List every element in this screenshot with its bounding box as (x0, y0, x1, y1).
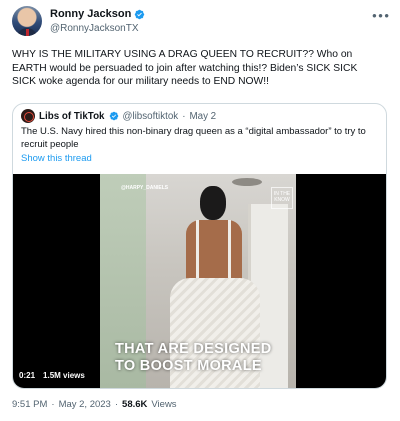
quoted-handle[interactable]: @libsoftiktok (123, 111, 179, 122)
verified-badge-icon (109, 111, 118, 121)
video-views: 1.5M views (43, 371, 85, 380)
author-name-row: Ronny Jackson (50, 8, 145, 20)
quoted-separator: · (182, 110, 186, 122)
views-label: Views (151, 399, 177, 410)
video-player[interactable]: @HARPY_DANIELS IN THE KNOW THAT ARE DESI… (13, 174, 386, 388)
video-caption-line1: THAT ARE DESIGNED (115, 341, 272, 357)
video-caption-line2: TO BOOST MORALE (115, 358, 262, 374)
author-name[interactable]: Ronny Jackson (50, 8, 131, 20)
video-watermark: @HARPY_DANIELS (121, 185, 169, 191)
tweet-meta: 9:51 PM · May 2, 2023 · 58.6K Views (12, 399, 177, 410)
video-ceiling-fan (232, 178, 262, 186)
video-duration: 0:21 (19, 371, 36, 380)
author-avatar[interactable] (12, 6, 42, 36)
tweet: Ronny Jackson @RonnyJacksonTX • • • WHY … (0, 0, 400, 421)
tweet-header: Ronny Jackson @RonnyJacksonTX • • • (12, 6, 389, 42)
verified-badge-icon (135, 9, 145, 19)
meta-separator: · (114, 399, 119, 410)
quoted-text: The U.S. Navy hired this non-binary drag… (21, 126, 366, 150)
tweet-date[interactable]: May 2, 2023 (59, 399, 111, 410)
show-thread-link[interactable]: Show this thread (21, 153, 92, 164)
quoted-name[interactable]: Libs of TikTok (39, 111, 105, 122)
quoted-date[interactable]: May 2 (189, 111, 216, 122)
tweet-text: WHY IS THE MILITARY USING A DRAG QUEEN T… (12, 49, 358, 87)
quoted-tweet[interactable]: Libs of TikTok @libsoftiktok · May 2 The… (12, 103, 387, 389)
more-horizontal-icon[interactable]: • • • (372, 8, 389, 23)
video-dress-strap-left (196, 220, 199, 280)
quoted-header: Libs of TikTok @libsoftiktok · May 2 (21, 109, 216, 123)
views-count: 58.6K (122, 399, 148, 410)
quoted-avatar[interactable] (21, 109, 35, 123)
video-person-head (200, 186, 226, 220)
author-handle[interactable]: @RonnyJacksonTX (50, 23, 139, 34)
meta-separator: · (51, 399, 55, 410)
video-info: 0:21 1.5M views (19, 371, 85, 380)
video-badge: IN THE KNOW (271, 187, 293, 209)
avatar-tie (26, 29, 29, 36)
tweet-time[interactable]: 9:51 PM (12, 399, 47, 410)
video-person-back (186, 220, 242, 282)
video-dress-strap-right (228, 220, 231, 280)
